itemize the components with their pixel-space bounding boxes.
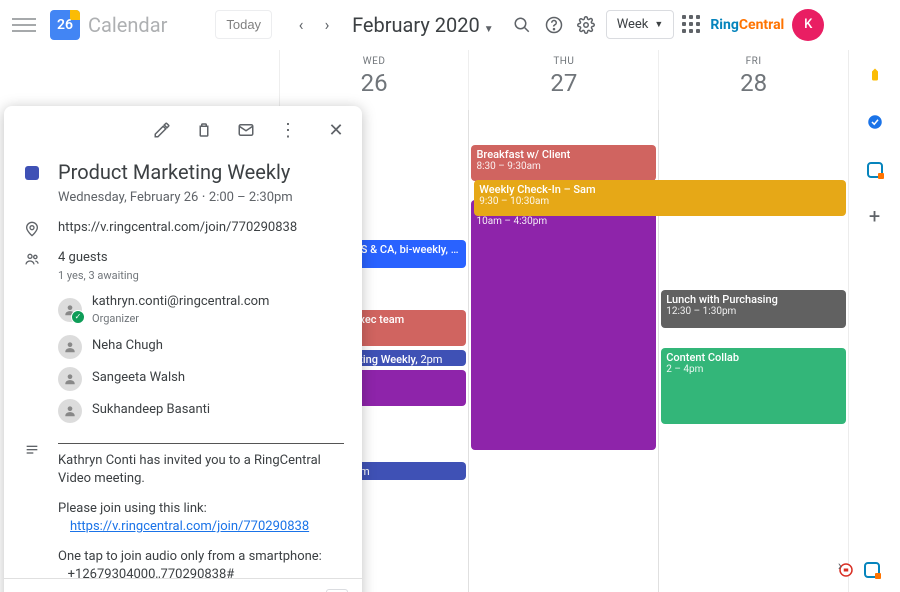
desc-intro: Kathryn Conti has invited you to a RingC… xyxy=(58,452,344,488)
day-name: WED xyxy=(280,56,469,67)
search-icon[interactable] xyxy=(510,13,534,37)
ringcentral-floating-icon[interactable] xyxy=(862,560,882,580)
next-period-icon[interactable]: › xyxy=(318,16,336,34)
calendar-event[interactable]: Content Collab2 – 4pm xyxy=(661,348,846,424)
day-col-fri[interactable]: Lunch with Purchasing12:30 – 1:30pm Conte… xyxy=(658,110,848,592)
right-side-panel: + xyxy=(848,50,900,592)
desc-onetap-number: +12679304000,,770290838# xyxy=(58,566,344,578)
calendar-event[interactable]: QBR10am – 4:30pm xyxy=(471,200,656,450)
expand-right-panel-icon[interactable]: › xyxy=(838,558,842,574)
day-number: 27 xyxy=(469,69,658,97)
event-detail-panel: ⋮ ✕ Product Marketing Weekly Wednesday, … xyxy=(4,106,362,592)
day-name: THU xyxy=(469,56,658,67)
guest-name: Sangeeta Walsh xyxy=(92,369,185,387)
guest-avatar xyxy=(58,298,82,322)
mail-event-icon[interactable] xyxy=(232,116,260,144)
day-name: FRI xyxy=(659,56,848,67)
guest-item[interactable]: kathryn.conti@ringcentral.comOrganizer xyxy=(58,289,344,331)
edit-event-icon[interactable] xyxy=(148,116,176,144)
event-color-chip xyxy=(25,166,39,180)
help-icon[interactable] xyxy=(542,13,566,37)
tasks-icon[interactable] xyxy=(865,112,885,132)
location-icon xyxy=(22,219,42,237)
desc-onetap-label: One tap to join audio only from a smartp… xyxy=(58,548,344,566)
calendar-event[interactable]: Weekly Check-In – Sam9:30 – 10:30am xyxy=(474,180,846,216)
guests-icon xyxy=(22,249,42,267)
prev-period-icon[interactable]: ‹ xyxy=(292,16,310,34)
app-brand: Calendar xyxy=(88,13,167,37)
month-year-label: February 2020 xyxy=(352,13,480,37)
day-headers: WED 26 THU 27 FRI 28 xyxy=(0,50,848,110)
guest-name: Neha Chugh xyxy=(92,337,163,355)
day-header-wed: WED 26 xyxy=(279,50,469,110)
month-year-picker[interactable]: February 2020▼ xyxy=(352,13,494,37)
guests-count: 4 guests xyxy=(58,249,344,267)
calendar-event[interactable]: Lunch with Purchasing12:30 – 1:30pm xyxy=(661,290,846,328)
guest-name: Sukhandeep Basanti xyxy=(92,401,210,419)
guest-avatar xyxy=(58,399,82,423)
delete-event-icon[interactable] xyxy=(190,116,218,144)
guest-avatar xyxy=(58,335,82,359)
guest-item[interactable]: Neha Chugh xyxy=(58,331,344,363)
view-switcher[interactable]: Week▼ xyxy=(606,10,675,39)
organizer-label: Organizer xyxy=(92,311,269,326)
day-header-thu: THU 27 xyxy=(468,50,658,110)
account-avatar[interactable]: K xyxy=(792,9,824,41)
ringcentral-logo: RingCentral xyxy=(710,17,784,33)
event-location[interactable]: https://v.ringcentral.com/join/770290838 xyxy=(58,219,344,237)
guest-name: kathryn.conti@ringcentral.com xyxy=(92,293,269,311)
desc-join-link[interactable]: https://v.ringcentral.com/join/770290838 xyxy=(70,519,309,534)
today-button[interactable]: Today xyxy=(215,10,272,39)
guests-status: 1 yes, 3 awaiting xyxy=(58,268,344,283)
ringcentral-addon-icon[interactable] xyxy=(865,160,885,180)
guest-item[interactable]: Sangeeta Walsh xyxy=(58,363,344,395)
rc-brand-central: Central xyxy=(739,17,784,33)
keep-icon[interactable] xyxy=(865,66,885,86)
top-bar: 26 Calendar Today ‹ › February 2020▼ Wee… xyxy=(0,0,900,50)
event-title: Product Marketing Weekly xyxy=(58,158,344,186)
calendar-event[interactable]: Breakfast w/ Client8:30 – 9:30am xyxy=(471,145,656,181)
more-options-icon[interactable]: ⋮ xyxy=(274,116,302,144)
day-number: 28 xyxy=(659,69,848,97)
day-header-fri: FRI 28 xyxy=(658,50,848,110)
apps-icon[interactable] xyxy=(682,15,702,35)
day-number: 26 xyxy=(280,69,469,97)
desc-join-label: Please join using this link: xyxy=(58,500,344,518)
event-subtitle: Wednesday, February 26 ⋅ 2:00 – 2:30pm xyxy=(58,189,344,207)
event-description: Kathryn Conti has invited you to a RingC… xyxy=(58,439,344,578)
rc-brand-ring: Ring xyxy=(710,17,739,33)
menu-icon[interactable] xyxy=(12,13,36,37)
description-icon xyxy=(22,439,42,457)
add-addon-icon[interactable]: + xyxy=(865,206,885,226)
calendar-logo: 26 xyxy=(50,10,80,40)
settings-icon[interactable] xyxy=(574,13,598,37)
guest-avatar xyxy=(58,367,82,391)
close-panel-icon[interactable]: ✕ xyxy=(322,116,350,144)
view-label: Week xyxy=(617,17,649,32)
guest-item[interactable]: Sukhandeep Basanti xyxy=(58,395,344,427)
